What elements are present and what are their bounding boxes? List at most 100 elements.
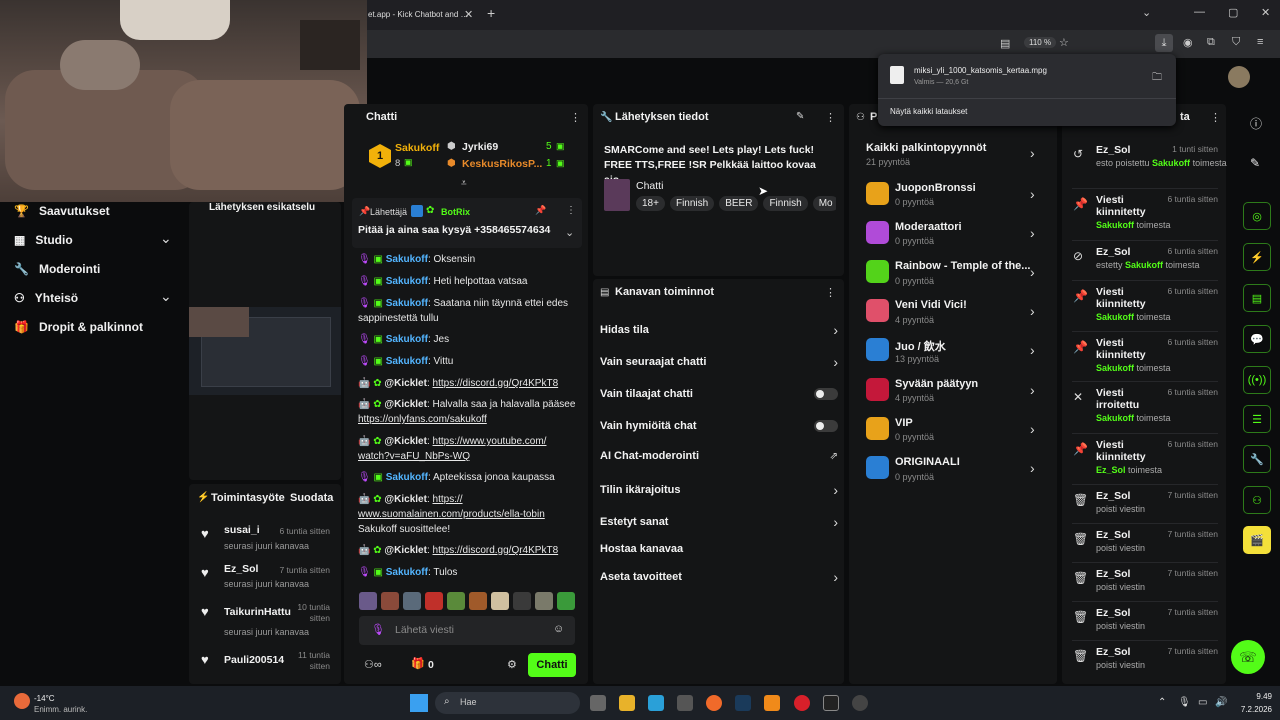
folder-icon[interactable]: 🗀 (1152, 70, 1162, 87)
tab-list-icon[interactable]: ⌄ (1142, 6, 1151, 19)
wrench-icon[interactable]: 🔧 (1243, 445, 1271, 473)
chevron-right-icon[interactable]: › (1030, 186, 1035, 202)
maximize-icon[interactable]: ▢ (1228, 6, 1238, 19)
tab-close-icon[interactable]: ✕ (464, 8, 473, 21)
chat-user[interactable]: Sakukoff (386, 276, 428, 287)
store-icon[interactable] (677, 695, 693, 711)
chevron-down-icon[interactable]: ⌄ (160, 230, 172, 247)
chat-user[interactable]: Sakukoff (386, 472, 428, 483)
emote-icon[interactable] (557, 592, 575, 610)
minimize-icon[interactable]: — (1194, 6, 1205, 18)
emote-icon[interactable] (381, 592, 399, 610)
action-age-restriction[interactable]: Tilin ikärajoitus › (600, 482, 838, 498)
emote-icon[interactable] (491, 592, 509, 610)
more-icon[interactable]: ⋮ (1210, 111, 1221, 124)
chat-link[interactable]: https://discord.gg/Qr4KPkT8 (433, 378, 559, 389)
obs-icon[interactable] (852, 695, 868, 711)
chat-input[interactable]: 🎙 Lähetä viesti ☺ (359, 616, 575, 645)
edit-icon[interactable]: ✎ (1250, 156, 1260, 170)
reader-icon[interactable]: ▤ (1000, 37, 1010, 50)
chevron-right-icon[interactable]: › (1030, 421, 1035, 437)
emote-icon[interactable] (359, 592, 377, 610)
action-ai-moderation[interactable]: AI Chat-moderointi ⇗ (600, 450, 838, 462)
leader-name[interactable]: Sakukoff (395, 142, 439, 154)
clapper-icon[interactable]: 🎬 (1243, 526, 1271, 554)
feed-user[interactable]: susai_i (224, 524, 260, 536)
network-icon[interactable]: ▭ (1198, 697, 1207, 708)
emote-only-toggle[interactable] (814, 420, 838, 432)
edit-icon[interactable]: ✎ (796, 111, 804, 122)
sidebar-item-moderointi[interactable]: 🔧 Moderointi (14, 262, 100, 276)
emote-icon[interactable] (469, 592, 487, 610)
sidebar-item-studio[interactable]: ▦ Studio (14, 233, 174, 247)
show-all-downloads-link[interactable]: Näytä kaikki lataukset (890, 107, 967, 116)
bookmark-star-icon[interactable]: ☆ (1059, 36, 1069, 49)
leader-name[interactable]: KeskusRikosP... (462, 158, 542, 170)
chat-link[interactable]: https://onlyfans.com/sakukoff (358, 414, 487, 425)
browser-tab[interactable]: et.app - Kick Chatbot and … (360, 0, 480, 30)
sidebar-item-yhteiso[interactable]: ⚇ Yhteisö (14, 291, 78, 305)
chat-link[interactable]: https://discord.gg/Qr4KPkT8 (433, 545, 559, 556)
more-icon[interactable]: ⋮ (566, 205, 576, 216)
chevron-right-icon[interactable]: › (1030, 382, 1035, 398)
opera-icon[interactable] (794, 695, 810, 711)
chat-user[interactable]: @Kicklet (384, 545, 427, 556)
taskbar-search[interactable]: ⌕ Hae (435, 692, 580, 714)
action-set-goals[interactable]: Aseta tavoitteet › (600, 569, 838, 585)
reward-name[interactable]: Juo / 飲水 (895, 338, 946, 354)
more-icon[interactable]: ⋮ (825, 111, 836, 124)
file-explorer-icon[interactable] (619, 695, 635, 711)
activity-user[interactable]: Ez_Sol (1096, 465, 1126, 475)
expand-icon[interactable]: ⩡ (461, 178, 467, 189)
support-chat-icon[interactable]: ☏ (1231, 640, 1265, 674)
emoji-icon[interactable]: ☺ (553, 623, 564, 635)
activity-user[interactable]: Sakukoff (1096, 363, 1134, 373)
emote-icon[interactable] (513, 592, 531, 610)
reward-name[interactable]: JuoponBronssi (895, 182, 976, 194)
action-slow-mode[interactable]: Hidas tila › (600, 322, 838, 338)
avatar[interactable] (1228, 66, 1250, 88)
zoom-badge[interactable]: 110 % (1024, 37, 1057, 48)
clock-time[interactable]: 9.49 (1220, 692, 1272, 701)
tray-chevron-icon[interactable]: ⌃ (1158, 697, 1166, 708)
gear-icon[interactable]: ⚙ (507, 658, 517, 671)
chat-user[interactable]: Sakukoff (386, 298, 428, 309)
weather-temp[interactable]: -14°C (34, 694, 55, 703)
subscribers-only-toggle[interactable] (814, 388, 838, 400)
microphone-icon[interactable]: 🎙 (1178, 697, 1191, 708)
firefox-icon[interactable] (706, 695, 722, 711)
tag[interactable]: Mo (812, 196, 836, 211)
pinned-user[interactable]: BotRix (441, 207, 470, 217)
chevron-right-icon[interactable]: › (1030, 225, 1035, 241)
reward-name[interactable]: Veni Vidi Vici! (895, 299, 967, 311)
chat-bubble-icon[interactable]: 💬 (1243, 325, 1271, 353)
chat-user[interactable]: Sakukoff (386, 334, 428, 345)
chat-user[interactable]: @Kicklet (384, 399, 427, 410)
windows-start-icon[interactable] (410, 694, 428, 712)
stream-preview-video[interactable] (189, 307, 341, 395)
emote-icon[interactable] (447, 592, 465, 610)
info-icon[interactable]: ⓘ (1250, 115, 1262, 132)
activity-user[interactable]: Sakukoff (1125, 260, 1163, 270)
chevron-right-icon[interactable]: › (1030, 460, 1035, 476)
terminal-icon[interactable] (823, 695, 839, 711)
emote-icon[interactable] (535, 592, 553, 610)
reward-name[interactable]: ORIGINAALI (895, 456, 960, 468)
community-icon[interactable]: ⚇ (1243, 486, 1271, 514)
chevron-right-icon[interactable]: › (1030, 264, 1035, 280)
tag[interactable]: Finnish (669, 196, 715, 211)
broadcast-icon[interactable]: ((•)) (1243, 366, 1271, 394)
chat-user[interactable]: Sakukoff (386, 356, 428, 367)
reward-name[interactable]: VIP (895, 417, 913, 429)
document-icon[interactable]: ▤ (1243, 284, 1271, 312)
activity-user[interactable]: Sakukoff (1096, 413, 1134, 423)
chevron-right-icon[interactable]: › (1030, 342, 1035, 358)
community-icon[interactable]: ⚇∞ (364, 658, 382, 671)
camera-icon[interactable]: ◎ (1243, 202, 1271, 230)
activity-user[interactable]: Sakukoff (1152, 158, 1190, 168)
download-filename[interactable]: miksi_yli_1000_katsomis_kertaa.mpg (914, 66, 1047, 75)
menu-icon[interactable]: ≡ (1257, 36, 1263, 48)
stack-icon[interactable]: ☰ (1243, 405, 1271, 433)
all-rewards-link[interactable]: Kaikki palkintopyynnöt (866, 142, 986, 154)
action-followers-only[interactable]: Vain seuraajat chatti › (600, 354, 838, 370)
